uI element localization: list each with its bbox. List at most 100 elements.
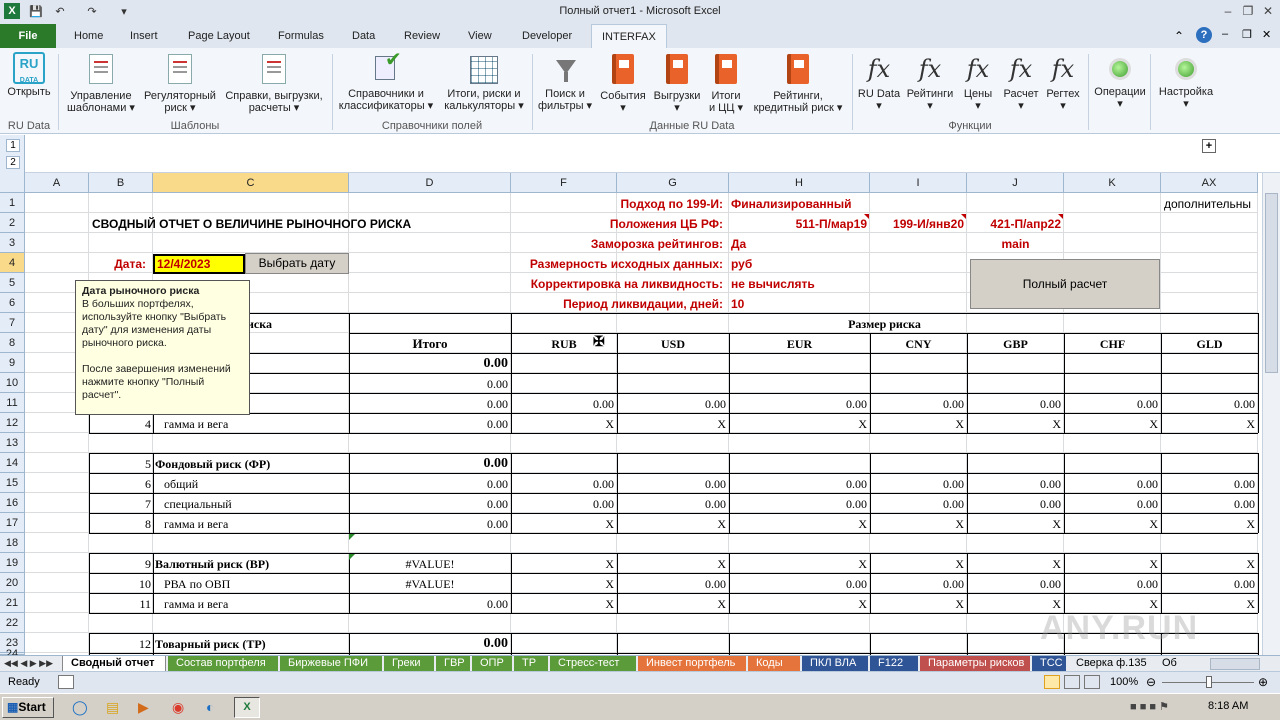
sheet-tab[interactable]: Греки bbox=[384, 656, 434, 672]
spreadsheet-grid[interactable]: A B C D F G H I J K AX 1 2 3 4 5 6 7 8 9 10 11 12 13… bbox=[0, 173, 1280, 673]
sheet-tab[interactable]: F122 bbox=[870, 656, 918, 672]
column-header-d[interactable]: D bbox=[349, 173, 511, 193]
row-header-11[interactable]: 11 bbox=[0, 393, 25, 413]
row-header-19[interactable]: 19 bbox=[0, 553, 25, 573]
outline-level-2-button[interactable]: 2 bbox=[6, 156, 20, 169]
sheet-tab[interactable]: Об bbox=[1154, 656, 1184, 672]
ie-icon[interactable]: ◯ bbox=[72, 699, 88, 716]
sheet-tab[interactable]: ОПР bbox=[472, 656, 512, 672]
select-all-corner[interactable] bbox=[0, 173, 25, 193]
zoom-slider-thumb[interactable] bbox=[1206, 676, 1212, 688]
row-header-4[interactable]: 4 bbox=[0, 253, 25, 273]
directories-button[interactable]: ✔ Справочники и классификаторы ▾ bbox=[336, 50, 436, 112]
column-header-ax[interactable]: AX bbox=[1161, 173, 1258, 193]
settings-button[interactable]: Настройка ▾ bbox=[1152, 52, 1220, 110]
sheet-tab[interactable]: Сводный отчет bbox=[62, 656, 166, 672]
row-header-16[interactable]: 16 bbox=[0, 493, 25, 513]
tab-developer[interactable]: Developer bbox=[512, 24, 582, 48]
exports-button[interactable]: Выгрузки ▾ bbox=[650, 52, 704, 114]
tab-view[interactable]: View bbox=[458, 24, 502, 48]
reports-exports-button[interactable]: Справки, выгрузки, расчеты ▾ bbox=[220, 52, 328, 114]
sheet-tab[interactable]: ТСС bbox=[1032, 656, 1066, 672]
open-button[interactable]: RU DATA Открыть bbox=[4, 52, 54, 98]
scrollbar-thumb[interactable] bbox=[1265, 193, 1278, 373]
chrome-icon[interactable]: ◉ bbox=[172, 699, 184, 716]
edge-icon[interactable]: ◐ bbox=[206, 699, 214, 715]
row-header-9[interactable]: 9 bbox=[0, 353, 25, 373]
excel-taskbar-icon[interactable]: X bbox=[234, 697, 260, 718]
sheet-tab[interactable]: Стресс-тест bbox=[550, 656, 636, 672]
sheet-tab[interactable]: Инвест портфель bbox=[638, 656, 746, 672]
column-header-k[interactable]: K bbox=[1064, 173, 1161, 193]
sheet-tab[interactable]: Коды bbox=[748, 656, 800, 672]
row-header-21[interactable]: 21 bbox=[0, 593, 25, 613]
restore-button[interactable]: ❐ bbox=[1238, 2, 1258, 20]
vertical-scrollbar[interactable] bbox=[1262, 173, 1280, 655]
fx-prices-button[interactable]: fx Цены ▾ bbox=[958, 52, 998, 112]
sheet-tab[interactable]: Состав портфеля bbox=[168, 656, 278, 672]
row-header-15[interactable]: 15 bbox=[0, 473, 25, 493]
row-header-13[interactable]: 13 bbox=[0, 433, 25, 453]
column-header-h[interactable]: H bbox=[729, 173, 870, 193]
close-button[interactable]: ✕ bbox=[1258, 2, 1278, 20]
row-header-17[interactable]: 17 bbox=[0, 513, 25, 533]
horizontal-scrollbar[interactable] bbox=[1210, 658, 1260, 670]
fx-ru-data-button[interactable]: fx RU Data ▾ bbox=[856, 52, 902, 112]
row-header-6[interactable]: 6 bbox=[0, 293, 25, 313]
outline-level-1-button[interactable]: 1 bbox=[6, 139, 20, 152]
column-header-c[interactable]: C bbox=[153, 173, 349, 193]
row-header-8[interactable]: 8 bbox=[0, 333, 25, 353]
row-header-2[interactable]: 2 bbox=[0, 213, 25, 233]
fx-ratings-button[interactable]: fx Рейтинги ▾ bbox=[904, 52, 956, 112]
sheet-tab[interactable]: ГВР bbox=[436, 656, 470, 672]
media-player-icon[interactable]: ▶ bbox=[138, 699, 149, 716]
totals-calculators-button[interactable]: Итоги, риски и калькуляторы ▾ bbox=[440, 52, 528, 112]
tab-home[interactable]: Home bbox=[64, 24, 113, 48]
column-header-a[interactable]: A bbox=[25, 173, 89, 193]
sheet-tab[interactable]: Параметры рисков bbox=[920, 656, 1030, 672]
row-header-1[interactable]: 1 bbox=[0, 193, 25, 213]
full-calc-button[interactable]: Полный расчет bbox=[970, 259, 1160, 309]
sheet-tab[interactable]: ТР bbox=[514, 656, 548, 672]
row-header-18[interactable]: 18 bbox=[0, 533, 25, 553]
page-layout-view-icon[interactable] bbox=[1064, 675, 1080, 689]
row-header-10[interactable]: 10 bbox=[0, 373, 25, 393]
totals-cc-button[interactable]: Итоги и ЦЦ ▾ bbox=[704, 52, 748, 114]
row-header-20[interactable]: 20 bbox=[0, 573, 25, 593]
column-header-j[interactable]: J bbox=[967, 173, 1064, 193]
explorer-icon[interactable]: ▤ bbox=[106, 699, 119, 716]
tab-insert[interactable]: Insert bbox=[120, 24, 168, 48]
row-header-14[interactable]: 14 bbox=[0, 453, 25, 473]
workbook-close-icon[interactable]: ✕ bbox=[1262, 28, 1271, 41]
tab-formulas[interactable]: Formulas bbox=[268, 24, 334, 48]
manage-templates-button[interactable]: Управление шаблонами ▾ bbox=[62, 52, 140, 114]
column-header-f[interactable]: F bbox=[511, 173, 617, 193]
sheet-tab[interactable]: ПКЛ ВЛА bbox=[802, 656, 868, 672]
date-input[interactable]: 12/4/2023 bbox=[153, 254, 245, 274]
column-header-i[interactable]: I bbox=[870, 173, 967, 193]
tab-interfax[interactable]: INTERFAX bbox=[591, 24, 667, 49]
tab-page-layout[interactable]: Page Layout bbox=[178, 24, 260, 48]
fx-regtech-button[interactable]: fx Регтех ▾ bbox=[1042, 52, 1084, 112]
workbook-restore-icon[interactable]: ❐ bbox=[1242, 28, 1252, 41]
zoom-level[interactable]: 100% bbox=[1110, 676, 1138, 688]
fx-calc-button[interactable]: fx Расчет ▾ bbox=[1000, 52, 1042, 112]
tab-file[interactable]: File bbox=[0, 24, 56, 48]
minimize-button[interactable]: – bbox=[1218, 2, 1238, 20]
normal-view-icon[interactable] bbox=[1044, 675, 1060, 689]
operations-button[interactable]: Операции ▾ bbox=[1092, 52, 1148, 110]
events-button[interactable]: События ▾ bbox=[598, 52, 648, 114]
sheet-tab[interactable]: Биржевые ПФИ bbox=[280, 656, 382, 672]
row-header-3[interactable]: 3 bbox=[0, 233, 25, 253]
sheet-nav-arrows-icon[interactable]: ◀◀ ◀ ▶ ▶▶ bbox=[4, 656, 53, 671]
help-icon[interactable]: ? bbox=[1196, 27, 1212, 43]
row-header-22[interactable]: 22 bbox=[0, 613, 25, 633]
page-break-view-icon[interactable] bbox=[1084, 675, 1100, 689]
column-header-b[interactable]: B bbox=[89, 173, 153, 193]
zoom-out-icon[interactable]: ⊖ bbox=[1146, 675, 1156, 689]
row-header-12[interactable]: 12 bbox=[0, 413, 25, 433]
tab-data[interactable]: Data bbox=[342, 24, 385, 48]
zoom-in-icon[interactable]: ⊕ bbox=[1258, 675, 1268, 689]
workbook-minimize-icon[interactable]: – bbox=[1222, 28, 1228, 40]
column-header-g[interactable]: G bbox=[617, 173, 729, 193]
